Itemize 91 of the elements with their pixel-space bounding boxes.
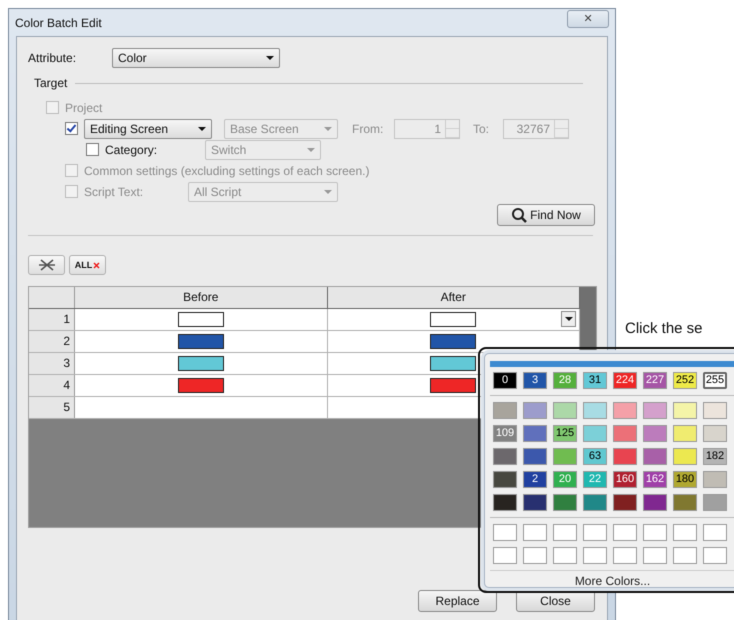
close-button[interactable]: ✕ [567, 10, 609, 28]
row-number: 1 [29, 309, 75, 330]
row-number: 5 [29, 397, 75, 418]
color-cell[interactable] [673, 448, 697, 465]
row-number: 4 [29, 375, 75, 396]
color-cell[interactable] [703, 425, 727, 442]
color-cell[interactable]: 255 [703, 372, 727, 389]
color-cell[interactable] [523, 547, 547, 564]
color-cell[interactable] [553, 402, 577, 419]
script-text-label: Script Text: [84, 184, 144, 198]
color-cell[interactable]: 182 [703, 448, 727, 465]
cross-icon [38, 259, 56, 271]
color-cell[interactable]: 31 [583, 372, 607, 389]
color-cell[interactable] [613, 425, 637, 442]
window-title: Color Batch Edit [15, 16, 102, 30]
common-settings-label: Common settings (excluding settings of each screen.) [84, 164, 370, 178]
attribute-label: Attribute: [28, 51, 78, 65]
color-cell[interactable] [703, 471, 727, 488]
to-label: To: [473, 122, 490, 136]
row-number: 2 [29, 331, 75, 352]
color-cell[interactable] [673, 402, 697, 419]
cross-icon [93, 262, 100, 268]
color-cell[interactable] [613, 402, 637, 419]
editing-screen-checkbox[interactable] [65, 122, 78, 135]
dialog-button[interactable]: Replace [418, 590, 497, 612]
color-cell[interactable] [553, 494, 577, 511]
color-cell[interactable] [643, 402, 667, 419]
color-cell[interactable] [613, 547, 637, 564]
color-cell[interactable] [643, 448, 667, 465]
color-cell[interactable] [703, 547, 727, 564]
project-label: Project [65, 100, 102, 114]
color-cell[interactable]: 109 [493, 425, 517, 442]
color-cell[interactable]: 63 [583, 448, 607, 465]
color-cell[interactable] [613, 448, 637, 465]
color-cell[interactable] [703, 524, 727, 541]
color-cell[interactable] [493, 471, 517, 488]
color-cell[interactable] [493, 547, 517, 564]
color-cell[interactable] [673, 425, 697, 442]
search-icon [511, 207, 528, 223]
color-cell[interactable]: 3 [523, 372, 547, 389]
color-cell[interactable] [703, 402, 727, 419]
editing-screen-dropdown[interactable]: Editing Screen [84, 118, 212, 138]
target-label: Target [34, 76, 68, 90]
color-cell[interactable] [523, 402, 547, 419]
color-cell[interactable] [553, 524, 577, 541]
color-cell[interactable] [583, 402, 607, 419]
color-cell[interactable]: 162 [643, 471, 667, 488]
color-cell[interactable] [493, 402, 517, 419]
row-number: 3 [29, 353, 75, 374]
delete-button[interactable] [28, 255, 65, 275]
color-cell[interactable]: 2 [523, 471, 547, 488]
color-cell[interactable] [613, 524, 637, 541]
color-cell[interactable] [523, 425, 547, 442]
color-cell[interactable]: 227 [643, 372, 667, 389]
color-cell[interactable] [673, 524, 697, 541]
color-cell[interactable] [523, 524, 547, 541]
color-cell[interactable]: 160 [613, 471, 637, 488]
color-cell[interactable] [643, 547, 667, 564]
color-cell[interactable] [613, 494, 637, 511]
dropdown-button[interactable] [561, 311, 576, 327]
color-cell[interactable]: 252 [673, 372, 697, 389]
column-header: Before [75, 287, 328, 308]
color-cell[interactable] [583, 425, 607, 442]
category-label: Category: [105, 142, 158, 156]
color-cell[interactable] [523, 448, 547, 465]
find-now-button[interactable]: Find Now [497, 204, 595, 226]
color-cell[interactable] [673, 494, 697, 511]
color-cell[interactable] [643, 425, 667, 442]
color-cell[interactable]: 125 [553, 425, 577, 442]
color-cell[interactable] [553, 448, 577, 465]
color-cell[interactable]: 180 [673, 471, 697, 488]
color-cell[interactable] [523, 494, 547, 511]
color-cell[interactable] [643, 524, 667, 541]
color-cell[interactable] [583, 494, 607, 511]
color-cell[interactable] [493, 494, 517, 511]
color-cell[interactable] [703, 494, 727, 511]
delete-all-button[interactable]: ALL [69, 255, 106, 275]
color-cell[interactable] [583, 524, 607, 541]
category-checkbox[interactable] [86, 143, 99, 156]
more-colors-button[interactable]: More Colors... [490, 570, 734, 588]
color-cell[interactable] [493, 448, 517, 465]
color-cell[interactable] [553, 547, 577, 564]
color-cell[interactable] [643, 494, 667, 511]
callout-text: Click the se [625, 320, 703, 337]
color-cell[interactable]: 224 [613, 372, 637, 389]
from-label: From: [352, 122, 384, 136]
color-cell[interactable] [673, 547, 697, 564]
color-cell[interactable]: 0 [493, 372, 517, 389]
attribute-dropdown[interactable]: Color [112, 48, 280, 68]
color-cell[interactable] [583, 547, 607, 564]
color-cell[interactable] [493, 524, 517, 541]
